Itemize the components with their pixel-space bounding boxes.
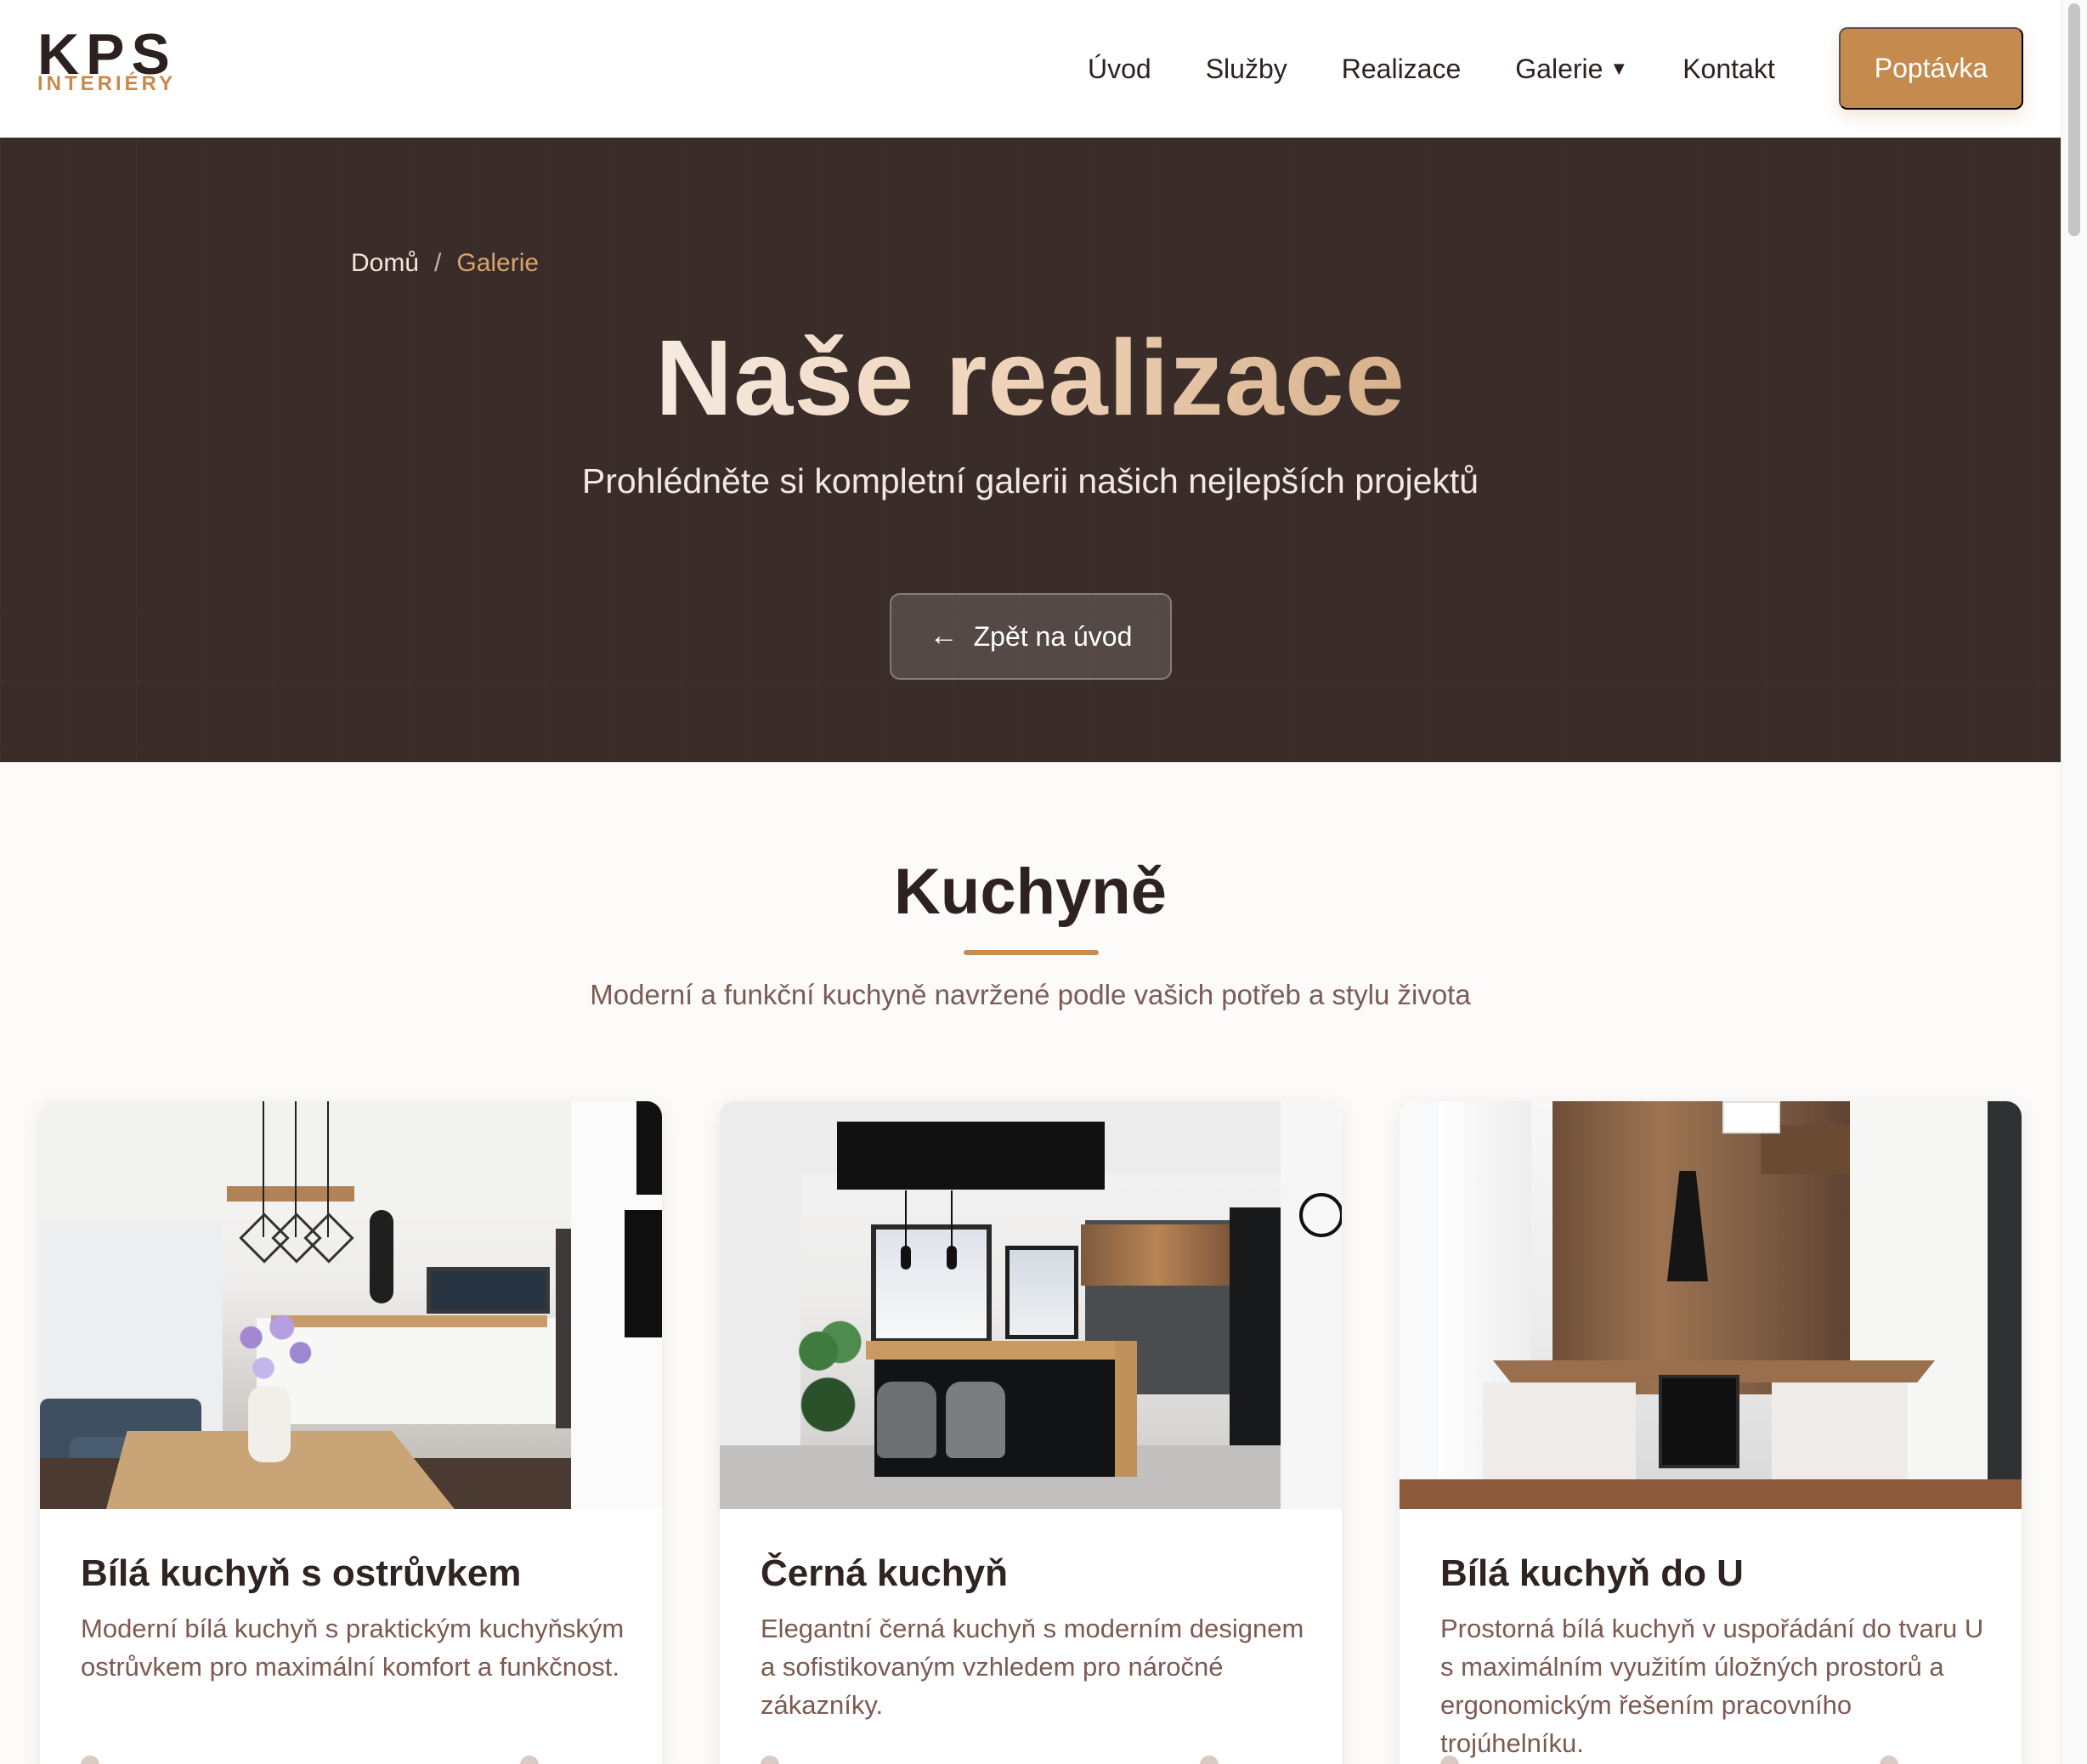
nav-item-label: Úvod	[1088, 54, 1151, 84]
nav-item-sluzby[interactable]: Služby	[1206, 52, 1287, 86]
island-countertop	[866, 1341, 1134, 1360]
window	[1005, 1246, 1078, 1339]
pendant-cord	[905, 1190, 907, 1248]
nav-item-realizace[interactable]: Realizace	[1342, 52, 1462, 86]
plant	[788, 1280, 868, 1458]
gallery-card[interactable]: Černá kuchyň Elegantní černá kuchyň s mo…	[720, 1101, 1342, 1764]
ceiling-light	[1722, 1101, 1780, 1134]
card-meta-icon	[520, 1756, 539, 1764]
nav-item-galerie[interactable]: Galerie ▼	[1515, 52, 1628, 86]
breadcrumb-separator: /	[434, 249, 442, 277]
floor	[1400, 1479, 2022, 1509]
page-subtitle: Prohlédněte si kompletní galerii našich …	[581, 461, 1479, 500]
bar-stool	[946, 1382, 1005, 1458]
inquiry-button[interactable]: Poptávka	[1839, 27, 2023, 110]
gallery-image[interactable]	[1400, 1101, 2022, 1509]
card-body: Bílá kuchyň s ostrůvkem Moderní bílá kuc…	[40, 1509, 662, 1764]
oven	[1659, 1375, 1739, 1468]
card-body: Černá kuchyň Elegantní černá kuchyň s mo…	[720, 1509, 1342, 1764]
gallery-card[interactable]: Bílá kuchyň s ostrůvkem Moderní bílá kuc…	[40, 1101, 662, 1764]
window	[871, 1224, 992, 1343]
flowers	[214, 1297, 337, 1399]
card-meta-icon	[81, 1756, 99, 1764]
page-title: Naše realizace	[0, 314, 2061, 442]
card-meta-icon	[1200, 1756, 1219, 1764]
hero-section: Domů / Galerie Naše realizace Prohlédnět…	[0, 138, 2061, 762]
scrollbar-thumb[interactable]	[2068, 3, 2080, 236]
nav-item-label: Galerie	[1515, 54, 1603, 84]
nav-item-label: Kontakt	[1683, 54, 1775, 84]
card-description: Prostorná bílá kuchyň v uspořádání do tv…	[1440, 1614, 1984, 1758]
window	[427, 1267, 550, 1314]
gallery-image[interactable]	[720, 1101, 1342, 1509]
page-title-text: Naše realizace	[655, 318, 1405, 438]
nav-item-kontakt[interactable]: Kontakt	[1683, 52, 1775, 86]
section-subtitle: Moderní a funkční kuchyně navržené podle…	[590, 979, 1471, 1010]
bar-stool	[877, 1382, 936, 1458]
site-header: KPS INTERIÉRY Úvod Služby Realizace Gale…	[0, 0, 2061, 138]
vertical-scrollbar[interactable]	[2061, 0, 2087, 1764]
black-ceiling-hood	[837, 1122, 1105, 1190]
card-title: Černá kuchyň	[761, 1552, 1008, 1594]
pendant-cord	[951, 1190, 953, 1248]
back-to-home-button[interactable]: ← Zpět na úvod	[890, 593, 1172, 680]
gallery-card[interactable]: Bílá kuchyň do U Prostorná bílá kuchyň v…	[1400, 1101, 2022, 1764]
breadcrumb-home-link[interactable]: Domů	[351, 248, 419, 279]
pendant-lamp	[303, 1213, 354, 1264]
dark-panel	[1988, 1101, 2022, 1509]
chevron-down-icon: ▼	[1609, 58, 1629, 79]
wood-upper-cabinets	[1081, 1224, 1234, 1286]
main-navigation: Úvod Služby Realizace Galerie ▼ Kontakt	[1088, 0, 1775, 138]
island-side-panel	[1115, 1341, 1137, 1477]
card-title: Bílá kuchyň s ostrůvkem	[81, 1552, 522, 1594]
extractor-hood	[370, 1210, 393, 1303]
card-description: Moderní bílá kuchyň s praktickým kuchyňs…	[81, 1614, 625, 1682]
card-meta-icon	[761, 1756, 779, 1764]
breadcrumb: Domů / Galerie	[351, 248, 539, 279]
wall-art	[625, 1210, 662, 1337]
logo-secondary-text: INTERIÉRY	[37, 72, 177, 95]
card-title: Bílá kuchyň do U	[1440, 1552, 1744, 1594]
nav-item-label: Realizace	[1341, 54, 1462, 84]
nav-item-uvod[interactable]: Úvod	[1088, 52, 1151, 86]
wall-art	[636, 1101, 662, 1195]
card-description: Elegantní černá kuchyň s moderním design…	[761, 1614, 1304, 1720]
back-to-home-label: Zpět na úvod	[973, 620, 1133, 652]
wood-beam-light	[227, 1186, 354, 1201]
page: KPS INTERIÉRY Úvod Služby Realizace Gale…	[0, 0, 2087, 1764]
pendant-lamp	[901, 1246, 911, 1269]
kitchen-ceiling	[40, 1101, 662, 1220]
logo[interactable]: KPS INTERIÉRY	[37, 25, 182, 102]
breadcrumb-current: Galerie	[456, 249, 540, 277]
section-divider	[964, 950, 1099, 955]
wall-clock	[1299, 1193, 1342, 1237]
arrow-left-icon: ←	[929, 619, 959, 652]
section-title: Kuchyně	[894, 856, 1167, 928]
card-body: Bílá kuchyň do U Prostorná bílá kuchyň v…	[1400, 1509, 2022, 1764]
pendant-lamp	[947, 1246, 957, 1269]
nav-item-label: Služby	[1205, 54, 1287, 84]
gallery-image[interactable]	[40, 1101, 662, 1509]
right-wall	[1281, 1101, 1342, 1509]
